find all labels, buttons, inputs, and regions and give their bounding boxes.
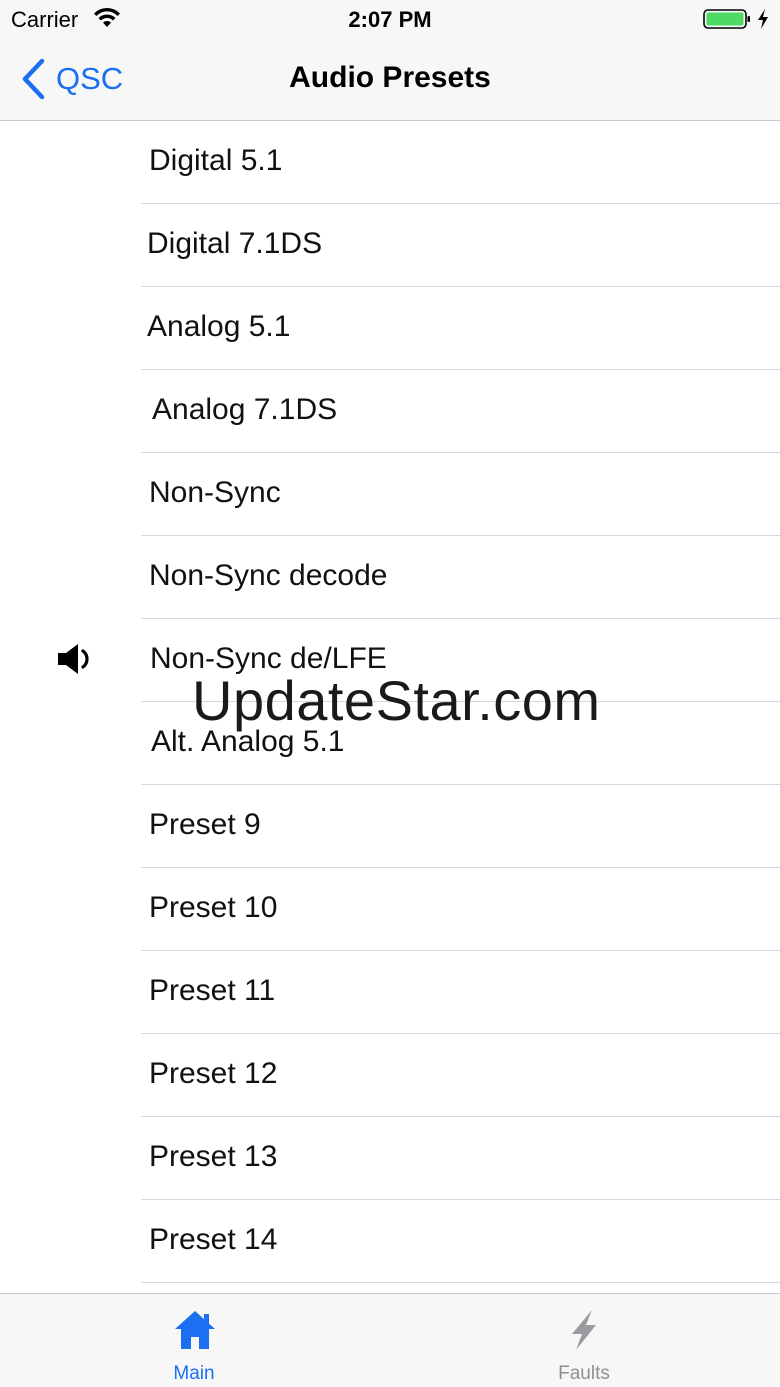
lightning-icon — [572, 1310, 596, 1350]
preset-label: Preset 10 — [149, 891, 278, 924]
preset-row-non-sync[interactable]: Non-Sync — [141, 453, 780, 536]
preset-label: Digital 7.1DS — [147, 227, 323, 260]
preset-label: Digital 5.1 — [149, 144, 283, 177]
preset-row-alt-analog-5-1[interactable]: Alt. Analog 5.1 — [141, 702, 780, 785]
preset-row-digital-7-1ds[interactable]: Digital 7.1DS — [141, 204, 780, 287]
preset-label: Preset 11 — [149, 974, 276, 1007]
preset-row-preset-13[interactable]: Preset 13 — [141, 1117, 780, 1200]
preset-row-non-sync-de-lfe[interactable]: Non-Sync de/LFE — [141, 619, 780, 702]
tab-bar: Main Faults — [0, 1293, 780, 1387]
battery-icon — [703, 9, 750, 29]
preset-label: Non-Sync de/LFE — [150, 642, 387, 675]
preset-row-analog-5-1[interactable]: Analog 5.1 — [141, 287, 780, 370]
preset-row-preset-12[interactable]: Preset 12 — [141, 1034, 780, 1117]
navigation-bar: QSC Audio Presets — [0, 40, 780, 121]
preset-label: Analog 7.1DS — [152, 393, 338, 426]
preset-label: Non-Sync decode — [149, 559, 388, 592]
preset-label: Alt. Analog 5.1 — [151, 725, 345, 758]
home-icon — [175, 1311, 215, 1349]
preset-list: Digital 5.1 Digital 7.1DS Analog 5.1 Ana… — [0, 121, 780, 1293]
preset-label: Preset 13 — [149, 1140, 278, 1173]
preset-label: Preset 12 — [149, 1057, 278, 1090]
preset-row-analog-7-1ds[interactable]: Analog 7.1DS — [141, 370, 780, 453]
clock: 2:07 PM — [348, 7, 432, 32]
preset-label: Preset 14 — [149, 1223, 278, 1256]
preset-row-preset-10[interactable]: Preset 10 — [141, 868, 780, 951]
tab-main[interactable]: Main — [0, 1294, 390, 1387]
preset-row-digital-5-1[interactable]: Digital 5.1 — [141, 121, 780, 204]
preset-row-partial — [141, 1283, 780, 1293]
preset-row-preset-9[interactable]: Preset 9 — [141, 785, 780, 868]
preset-row-preset-11[interactable]: Preset 11 — [141, 951, 780, 1034]
status-bar: Carrier 2:07 PM — [0, 0, 780, 40]
preset-row-non-sync-decode[interactable]: Non-Sync decode — [141, 536, 780, 619]
charging-bolt-icon — [758, 9, 768, 29]
tab-main-label: Main — [173, 1363, 215, 1384]
preset-label: Non-Sync — [149, 476, 281, 509]
tab-faults-label: Faults — [558, 1363, 610, 1384]
page-title: Audio Presets — [289, 61, 491, 94]
tab-faults[interactable]: Faults — [390, 1294, 780, 1387]
speaker-icon — [58, 644, 89, 674]
preset-label: Preset 9 — [149, 808, 261, 841]
preset-row-preset-14[interactable]: Preset 14 — [141, 1200, 780, 1283]
preset-label: Analog 5.1 — [147, 310, 291, 343]
